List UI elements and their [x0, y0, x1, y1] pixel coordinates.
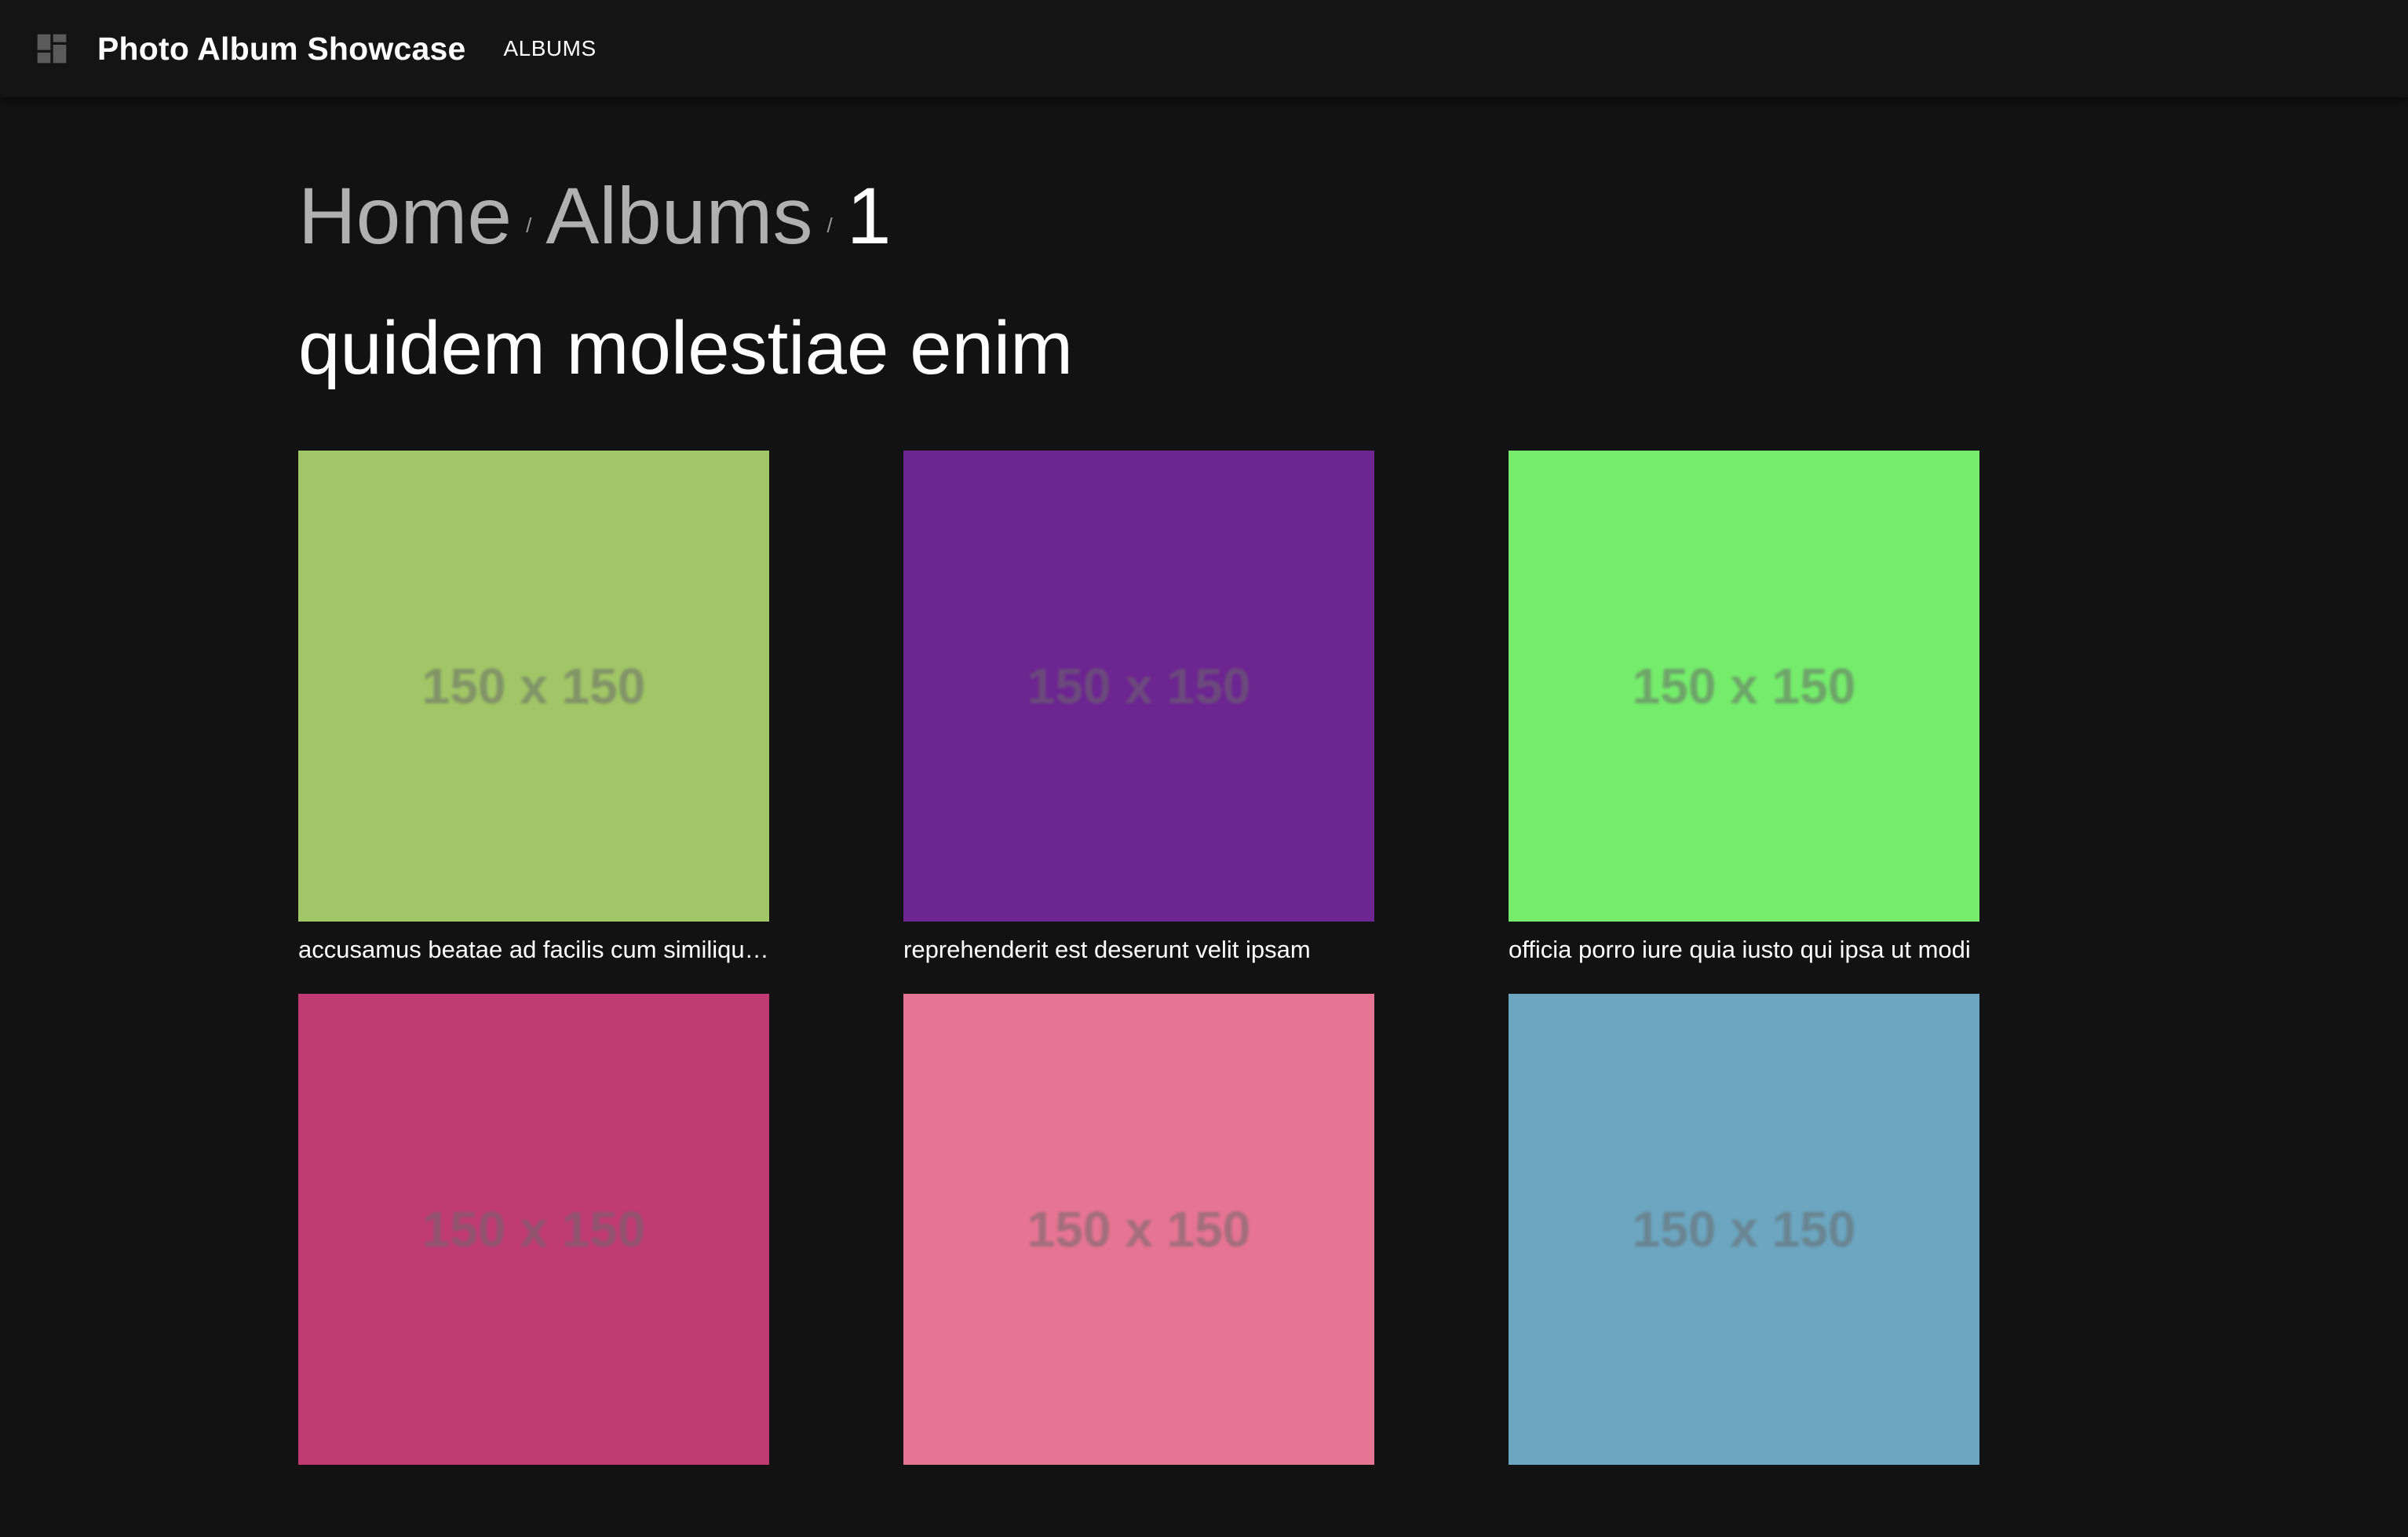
photo-card[interactable]: 150 x 150 — [298, 994, 769, 1537]
photo-thumbnail[interactable]: 150 x 150 — [1509, 451, 1979, 922]
photo-card[interactable]: 150 x 150 officia porro iure quia iusto … — [1509, 451, 1979, 994]
photo-card[interactable]: 150 x 150 accusamus beatae ad facilis cu… — [298, 451, 769, 994]
app-bar: Photo Album Showcase ALBUMS — [0, 0, 2408, 97]
album-title: quidem molestiae enim — [298, 306, 1074, 390]
breadcrumb-separator: / — [526, 214, 532, 237]
photo-card[interactable]: 150 x 150 — [1509, 994, 1979, 1537]
photo-thumbnail[interactable]: 150 x 150 — [298, 994, 769, 1465]
placeholder-label: 150 x 150 — [421, 658, 646, 714]
placeholder-label: 150 x 150 — [1027, 658, 1251, 714]
placeholder-label: 150 x 150 — [1632, 658, 1856, 714]
breadcrumb-home[interactable]: Home — [298, 176, 512, 256]
photo-thumbnail[interactable]: 150 x 150 — [903, 451, 1374, 922]
photo-thumbnail[interactable]: 150 x 150 — [1509, 994, 1979, 1465]
breadcrumb-albums[interactable]: Albums — [545, 176, 812, 256]
photo-card[interactable]: 150 x 150 reprehenderit est deserunt vel… — [903, 451, 1374, 994]
placeholder-label: 150 x 150 — [421, 1201, 646, 1258]
placeholder-label: 150 x 150 — [1632, 1201, 1856, 1258]
nav-link-albums[interactable]: ALBUMS — [503, 36, 596, 61]
photo-card[interactable]: 150 x 150 — [903, 994, 1374, 1537]
photo-caption: accusamus beatae ad facilis cum similiqu… — [298, 936, 769, 963]
photo-thumbnail[interactable]: 150 x 150 — [298, 451, 769, 922]
photo-caption: reprehenderit est deserunt velit ipsam — [903, 936, 1311, 963]
placeholder-label: 150 x 150 — [1027, 1201, 1251, 1258]
photo-caption: officia porro iure quia iusto qui ipsa u… — [1509, 936, 1971, 963]
dashboard-icon[interactable] — [36, 33, 67, 64]
breadcrumb: Home / Albums / 1 — [298, 176, 891, 256]
app-title[interactable]: Photo Album Showcase — [97, 31, 465, 68]
photo-thumbnail[interactable]: 150 x 150 — [903, 994, 1374, 1465]
breadcrumb-separator: / — [826, 214, 833, 237]
photo-grid: 150 x 150 accusamus beatae ad facilis cu… — [298, 451, 1979, 1537]
breadcrumb-current: 1 — [846, 171, 892, 261]
